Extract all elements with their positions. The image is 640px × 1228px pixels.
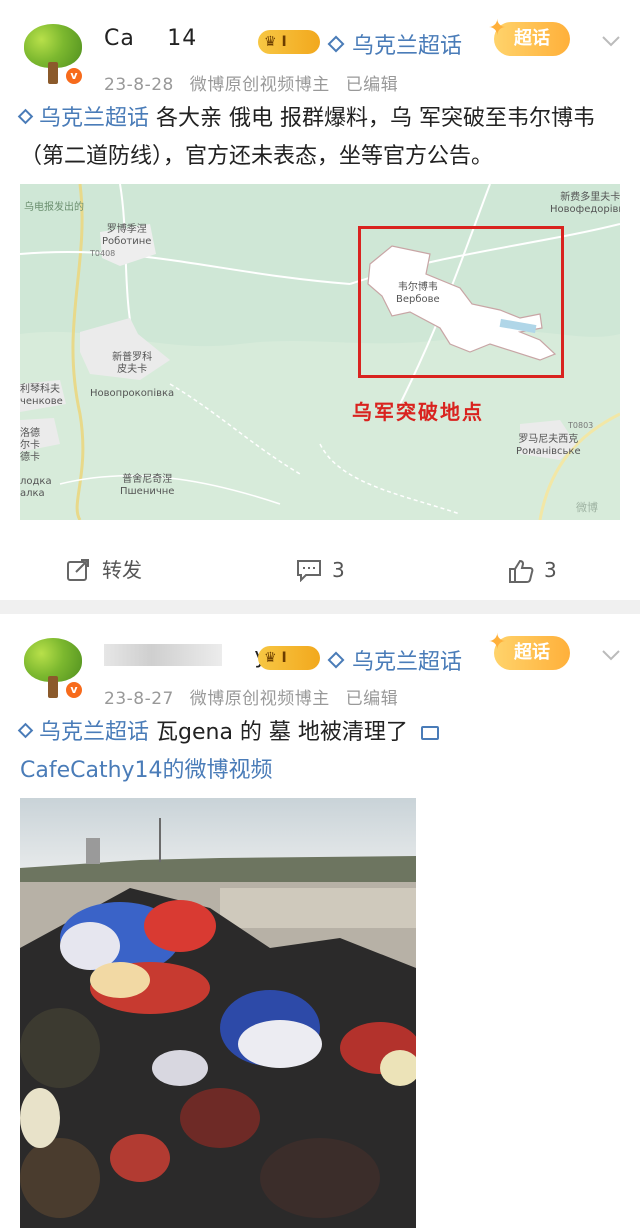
post-body: 瓦gena 的 墓 地被清理了 [156,720,408,745]
map-label-pshenychne: 普舍尼奇涅 Пшеничне [120,474,174,498]
topic-chip-label: 乌克兰超话 [352,34,463,59]
map-label-ru: ченкове [20,396,63,407]
avatar[interactable]: v [20,636,86,702]
post-text: 乌克兰超话 各大亲 俄电 报群爆料，乌 军突破至韦尔博韦（第二道防线），官方还未… [17,100,620,176]
map-label-ru: лодка алка [20,476,52,499]
repost-label: 转发 [102,558,142,582]
map-label-zh: 罗马尼夫西克 [518,434,579,445]
verified-v-icon: v [64,66,84,86]
video-frame-graphic [20,798,416,1228]
member-badge[interactable]: ♛ I [258,646,320,670]
like-count: 3 [544,558,557,582]
post-meta: 23-8-27 微博原创视频博主 已编辑 [104,684,408,709]
like-icon [509,559,534,583]
verified-v-icon: v [64,680,84,700]
weibo-post: v Ca 14 ♛ I 乌克兰超话 ✦ 超话 23-8-28 微博原创视频博主 … [0,0,640,600]
edited-label: 已编辑 [345,689,399,709]
username-redacted [104,644,222,666]
super-tag-label: 超话 [514,642,550,663]
post-source: 微博原创视频博主 [189,689,330,709]
road-label: T0803 [568,421,594,430]
video-link[interactable]: CafeCathy14的微博视频 [20,758,273,783]
map-label-zh: 新费多里夫卡 [560,192,620,203]
star-icon: ✦ [488,16,507,41]
topic-link[interactable]: 乌克兰超话 [17,720,150,745]
map-label-novoprokopivka: 新普罗科 皮夫卡 Новопрокопівка [90,340,174,412]
star-icon: ✦ [488,630,507,655]
breakthrough-highlight-box [358,226,564,378]
topic-link-label: 乌克兰超话 [39,106,150,131]
post-separator [0,600,640,614]
map-label-ru: Романівське [516,446,581,457]
super-tag-label: 超话 [514,28,550,49]
map-label-zh: 罗博季涅 [106,224,147,235]
username[interactable]: Ca 14 [104,26,197,51]
topic-chip-label: 乌克兰超话 [352,650,463,675]
map-label-zh: 普舍尼奇涅 [122,474,173,485]
weibo-post: v y14 ♛ I 乌克兰超话 ✦ 超话 23-8-27 微博原创视频博主 已编… [0,614,640,1228]
video-thumbnail[interactable] [20,798,416,1228]
map-label-zh: 新普罗科 皮夫卡 [112,352,153,375]
topic-link[interactable]: 乌克兰超话 [17,106,150,131]
map-corner-label: 乌电报发出的 [24,202,84,213]
map-label-robotyne: 罗博季涅 Роботине [102,224,151,248]
comment-button[interactable]: 3 [296,548,376,592]
video-link-icon [420,726,439,740]
comment-count: 3 [332,558,345,582]
super-topic-tag[interactable]: ✦ 超话 [488,630,570,670]
map-label-lychenkove: 利琴科夫 ченкове [20,384,63,408]
chevron-down-icon[interactable] [600,644,622,666]
diamond-topic-icon [17,722,34,739]
post-text: 乌克兰超话 瓦gena 的 墓 地被清理了 CafeCathy14的微博视频 [17,714,620,790]
breakthrough-label: 乌军突破地点 [352,400,484,424]
super-topic-tag[interactable]: ✦ 超话 [488,16,570,56]
repost-button[interactable]: 转发 [66,548,186,592]
map-image[interactable]: 乌电报发出的 罗博季涅 Роботине 新普罗科 皮夫卡 Новопрокоп… [20,184,620,520]
map-label-romanivske: 罗马尼夫西克 Романівське [516,434,581,458]
badge-level: I [281,34,287,50]
map-label-zh: 洛德 尔卡 德卡 [20,428,40,463]
map-label-ru: Роботине [102,236,152,247]
topic-link-label: 乌克兰超话 [39,720,150,745]
action-bar: 转发 3 3 [0,548,640,592]
post-source: 微博原创视频博主 [189,75,330,95]
like-button[interactable]: 3 [508,548,588,592]
topic-chip[interactable]: 乌克兰超话 [327,28,463,60]
map-label-lodka: 洛德 尔卡 德卡 лодка алка [20,416,52,512]
crown-icon: ♛ [264,650,277,666]
badge-level: I [281,650,287,666]
post-date: 23-8-27 [104,689,174,709]
crown-icon: ♛ [264,34,277,50]
edited-label: 已编辑 [345,75,399,95]
chevron-down-icon[interactable] [600,30,622,52]
diamond-topic-icon [327,35,345,53]
post-meta: 23-8-28 微博原创视频博主 已编辑 [104,70,408,95]
repost-icon [67,559,89,581]
map-label-ru: Новопрокопівка [90,388,175,399]
avatar-trunk [48,62,58,84]
post-date: 23-8-28 [104,75,174,95]
map-label-novofedorivka: 新费多里夫卡 Новофедорівка [550,192,620,216]
map-label-ru: Новофедорівка [550,204,620,215]
topic-chip[interactable]: 乌克兰超话 [327,644,463,676]
watermark: 微博 [576,501,598,514]
avatar-trunk [48,676,58,698]
diamond-topic-icon [327,651,345,669]
avatar[interactable]: v [20,22,86,88]
map-label-zh: 利琴科夫 [20,384,60,395]
comment-icon [297,560,321,582]
road-label: T0408 [90,249,116,258]
map-label-ru: Пшеничне [120,486,175,497]
diamond-topic-icon [17,108,34,125]
member-badge[interactable]: ♛ I [258,30,320,54]
